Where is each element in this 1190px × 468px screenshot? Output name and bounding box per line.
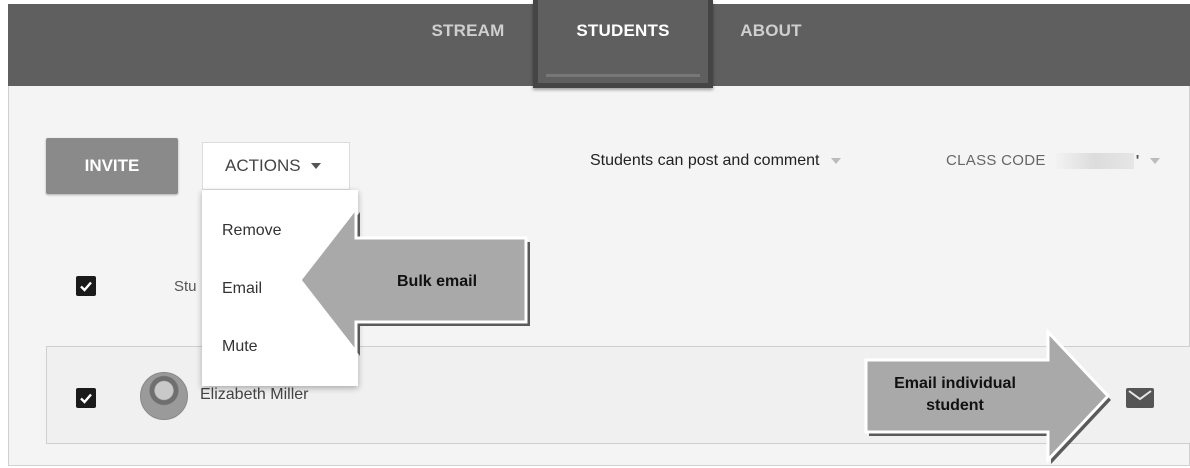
mail-envelope-icon bbox=[1128, 390, 1152, 401]
email-individual-line-2: student bbox=[926, 397, 984, 414]
student-name: Elizabeth Miller bbox=[200, 386, 309, 403]
checkmark-icon bbox=[80, 281, 92, 292]
menu-item-remove[interactable]: Remove bbox=[222, 222, 282, 240]
chevron-down-icon bbox=[831, 158, 842, 164]
email-individual-line-1: Email individual bbox=[894, 375, 1016, 392]
mail-icon[interactable] bbox=[1126, 388, 1154, 408]
avatar bbox=[140, 372, 188, 420]
email-individual-callout-text: Email individual student bbox=[870, 373, 1040, 417]
tab-students-label: STUDENTS bbox=[576, 21, 670, 40]
students-column-header: Stu bbox=[174, 278, 197, 295]
chevron-down-icon bbox=[310, 163, 321, 169]
tab-about[interactable]: ABOUT bbox=[726, 0, 816, 82]
class-code-label: CLASS CODE bbox=[946, 152, 1046, 169]
student-row-checkbox[interactable] bbox=[76, 388, 96, 408]
menu-item-email[interactable]: Email bbox=[222, 280, 262, 298]
chevron-down-icon bbox=[1149, 157, 1160, 164]
checkmark-icon bbox=[80, 393, 92, 404]
bulk-email-callout-text: Bulk email bbox=[396, 273, 478, 290]
post-permission-dropdown[interactable]: Students can post and comment bbox=[590, 152, 842, 170]
active-tab-underline bbox=[546, 74, 700, 77]
select-all-checkbox[interactable] bbox=[76, 276, 96, 296]
class-code-visible-tail: ' bbox=[1135, 152, 1140, 169]
invite-button[interactable]: INVITE bbox=[46, 138, 178, 194]
tab-stream[interactable]: STREAM bbox=[418, 0, 518, 82]
class-code-dropdown[interactable]: CLASS CODE ' bbox=[946, 152, 1160, 169]
tab-about-label: ABOUT bbox=[740, 21, 802, 40]
class-code-value-blurred bbox=[1055, 152, 1134, 169]
actions-label: ACTIONS bbox=[225, 156, 301, 175]
actions-dropdown-button[interactable]: ACTIONS bbox=[202, 142, 350, 190]
tab-students[interactable]: STUDENTS bbox=[533, 0, 713, 88]
menu-item-mute[interactable]: Mute bbox=[222, 338, 258, 356]
tab-stream-label: STREAM bbox=[431, 21, 505, 40]
permission-label: Students can post and comment bbox=[590, 152, 820, 169]
